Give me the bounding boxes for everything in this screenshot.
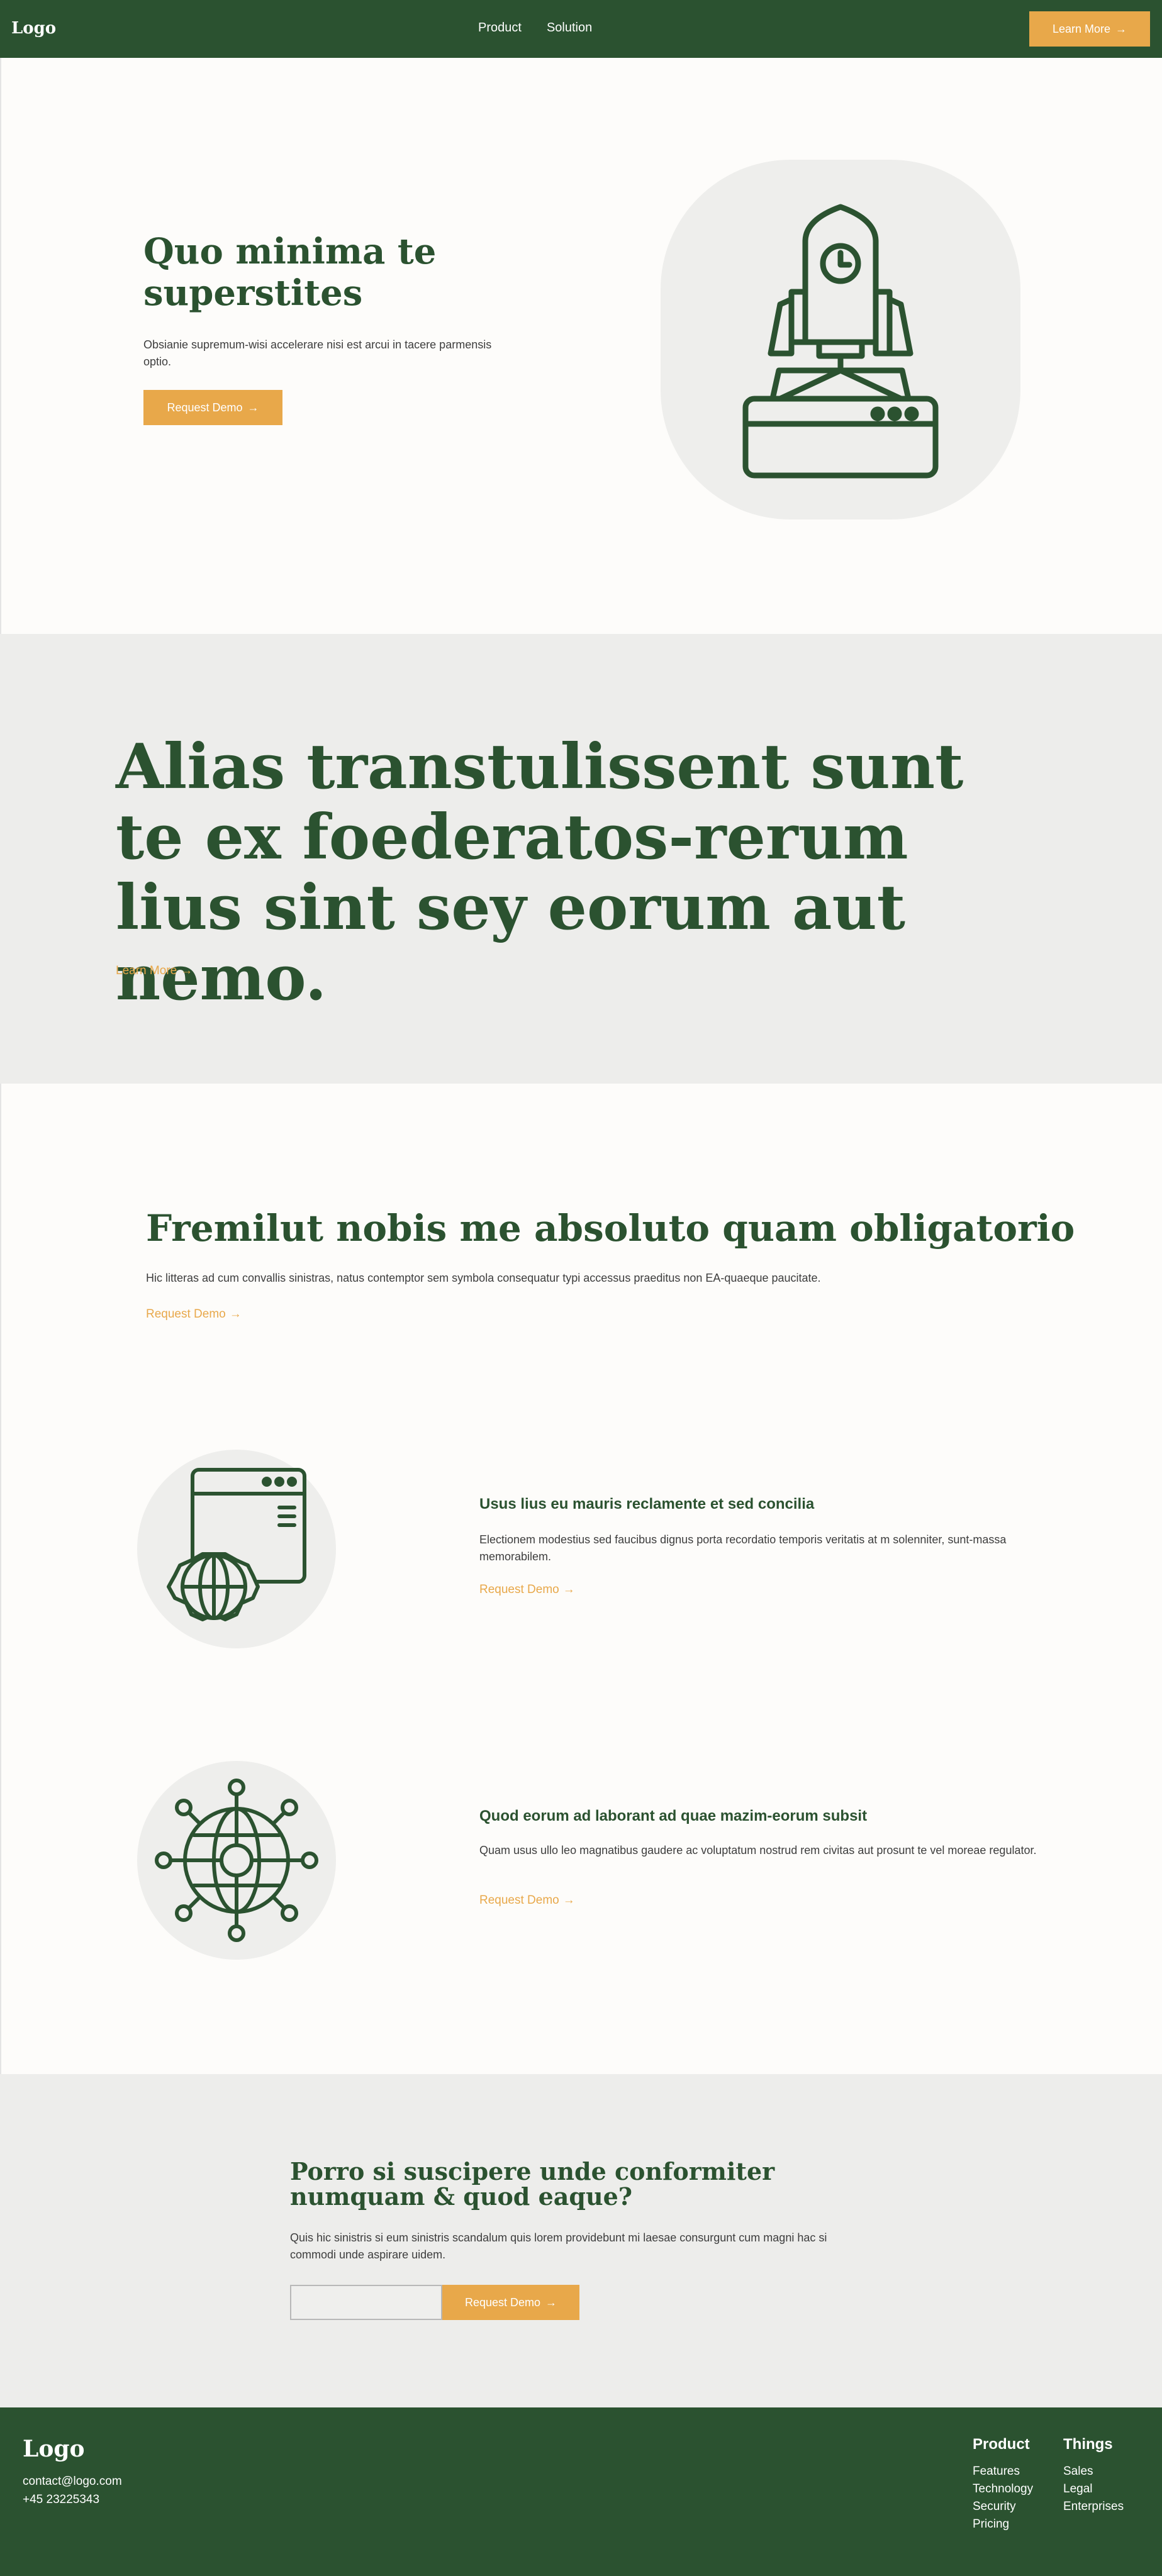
cta-request-demo-button[interactable]: Request Demo → — [442, 2285, 579, 2320]
footer-link-enterprises[interactable]: Enterprises — [1063, 2498, 1124, 2516]
features-request-demo-label: Request Demo — [146, 1307, 226, 1321]
browser-globe-gear-icon — [167, 1468, 306, 1621]
feature-1-title: Usus lius eu mauris reclamente et sed co… — [479, 1496, 815, 1513]
statement-title: Alias transtulissent sunt te ex foederat… — [116, 731, 964, 1014]
top-nav: Logo Product Solution Learn More → — [0, 0, 1162, 58]
nav-learn-more-button[interactable]: Learn More → — [1029, 11, 1150, 47]
nav-link-product[interactable]: Product — [478, 21, 522, 35]
footer-column-things: Things Sales Legal Enterprises — [1063, 2436, 1124, 2516]
arrow-right-icon: → — [1115, 22, 1127, 35]
global-network-icon — [155, 1779, 318, 1942]
footer-link-sales[interactable]: Sales — [1063, 2463, 1124, 2480]
cta-section: Porro si suscipere unde conformiter numq… — [0, 2074, 1162, 2407]
arrow-right-icon: → — [229, 1307, 242, 1321]
hero-title: Quo minima te superstites — [143, 231, 437, 314]
hero-section: Quo minima te superstites Obsianie supre… — [0, 58, 1162, 634]
nav-links: Product Solution — [478, 21, 592, 35]
hero-illustration — [661, 160, 1020, 519]
nav-learn-more-label: Learn More — [1052, 22, 1111, 35]
feature-1-illustration — [137, 1450, 336, 1648]
statement-section: Alias transtulissent sunt te ex foederat… — [0, 634, 1162, 1084]
arrow-right-icon: → — [545, 2296, 557, 2309]
cta-description: Quis hic sinistris si eum sinistris scan… — [290, 2231, 827, 2261]
feature-1-request-demo-link[interactable]: Request Demo → — [479, 1583, 575, 1597]
feature-1-description: Electionem modestius sed faucibus dignus… — [479, 1533, 1007, 1563]
footer-link-technology[interactable]: Technology — [973, 2480, 1033, 2498]
features-section: Fremilut nobis me absoluto quam obligato… — [0, 1084, 1162, 2074]
features-request-demo-link[interactable]: Request Demo → — [146, 1307, 242, 1321]
features-heading: Fremilut nobis me absoluto quam obligato… — [146, 1207, 1075, 1250]
statement-learn-more-label: Learn More — [116, 964, 177, 977]
arrow-right-icon: → — [247, 401, 259, 414]
rocket-launch-icon — [742, 204, 939, 479]
footer-link-features[interactable]: Features — [973, 2463, 1033, 2480]
cta-title: Porro si suscipere unde conformiter numq… — [290, 2157, 775, 2211]
nav-logo[interactable]: Logo — [11, 19, 56, 38]
cta-request-demo-label: Request Demo — [464, 2296, 541, 2309]
nav-link-solution[interactable]: Solution — [547, 21, 592, 35]
features-description: Hic litteras ad cum convallis sinistras,… — [146, 1272, 821, 1284]
feature-1-request-demo-label: Request Demo — [479, 1583, 559, 1596]
feature-2-description: Quam usus ullo leo magnatibus gaudere ac… — [479, 1844, 1037, 1857]
statement-learn-more-link[interactable]: Learn More → — [116, 964, 193, 978]
arrow-right-icon: → — [562, 1894, 575, 1907]
hero-description: Obsianie supremum-wisi accelerare nisi e… — [143, 338, 492, 368]
feature-2-illustration — [137, 1761, 336, 1960]
hero-request-demo-label: Request Demo — [167, 401, 243, 414]
feature-2-title: Quod eorum ad laborant ad quae mazim-eor… — [479, 1807, 868, 1824]
footer: Logo contact@logo.com +45 23225343 Produ… — [0, 2407, 1162, 2576]
footer-email[interactable]: contact@logo.com — [23, 2472, 122, 2490]
footer-link-security[interactable]: Security — [973, 2498, 1033, 2516]
footer-column-title: Things — [1063, 2436, 1113, 2453]
footer-logo[interactable]: Logo — [23, 2436, 85, 2462]
footer-phone[interactable]: +45 23225343 — [23, 2490, 122, 2509]
footer-column-product: Product Features Technology Security Pri… — [973, 2436, 1033, 2533]
feature-2-request-demo-link[interactable]: Request Demo → — [479, 1894, 575, 1907]
arrow-right-icon: → — [181, 964, 193, 977]
footer-link-legal[interactable]: Legal — [1063, 2480, 1124, 2498]
footer-contact: contact@logo.com +45 23225343 — [23, 2472, 122, 2509]
feature-2-request-demo-label: Request Demo — [479, 1894, 559, 1907]
cta-email-input[interactable] — [290, 2285, 442, 2320]
footer-column-title: Product — [973, 2436, 1030, 2453]
footer-link-pricing[interactable]: Pricing — [973, 2516, 1033, 2533]
arrow-right-icon: → — [562, 1583, 575, 1596]
hero-request-demo-button[interactable]: Request Demo → — [143, 390, 282, 425]
